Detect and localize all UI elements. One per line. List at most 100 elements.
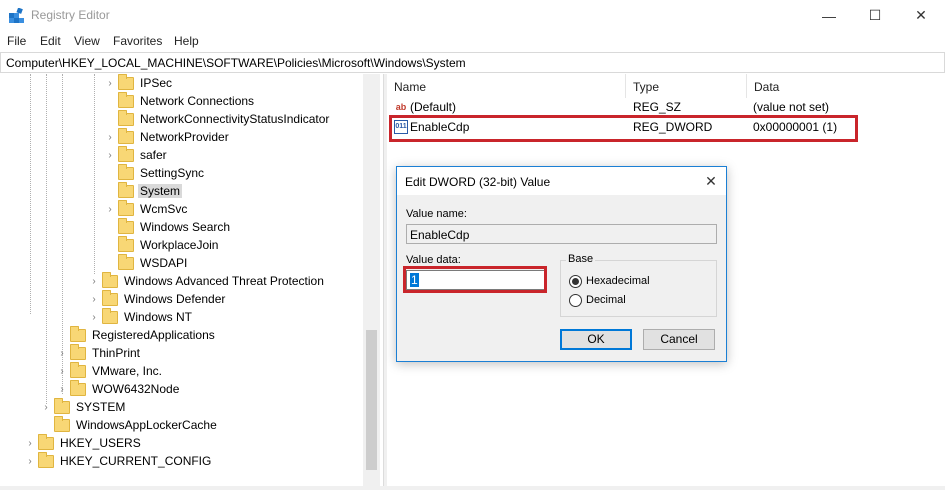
folder-icon: [54, 397, 70, 414]
folder-icon: [118, 253, 134, 270]
value-row-default[interactable]: ab (Default) REG_SZ (value not set): [388, 98, 945, 116]
tree-item-settingsync[interactable]: SettingSync: [102, 163, 206, 182]
tree-item-label: System: [138, 184, 183, 198]
dialog-title-bar: Edit DWORD (32-bit) Value ✕: [397, 167, 726, 195]
radio-checked-icon[interactable]: [569, 274, 582, 288]
folder-icon: [102, 271, 118, 288]
cancel-button[interactable]: Cancel: [643, 329, 715, 350]
radio-unchecked-icon[interactable]: [569, 293, 582, 307]
scrollbar-thumb[interactable]: [366, 330, 377, 470]
maximize-button[interactable]: ☐: [852, 0, 898, 31]
close-button[interactable]: ✕: [898, 0, 944, 31]
tree-item-system-hive[interactable]: › SYSTEM: [38, 397, 127, 416]
tree-item-networkprovider[interactable]: › NetworkProvider: [102, 127, 231, 146]
radio-label: Decimal: [586, 294, 626, 306]
tree-item-hkey-users[interactable]: › HKEY_USERS: [22, 433, 143, 452]
folder-icon: [38, 451, 54, 468]
radio-hexadecimal[interactable]: Hexadecimal: [569, 273, 650, 289]
chevron-right-icon[interactable]: ›: [54, 348, 70, 359]
folder-icon: [118, 181, 134, 198]
value-name-field: EnableCdp: [406, 224, 717, 244]
tree-item-windows-defender[interactable]: › Windows Defender: [86, 289, 227, 308]
chevron-right-icon[interactable]: ›: [22, 456, 38, 467]
value-type: REG_SZ: [633, 100, 682, 114]
tree-item-label: SYSTEM: [76, 400, 126, 414]
tree-item-windowsapplockercache[interactable]: WindowsAppLockerCache: [38, 415, 219, 434]
column-header-name[interactable]: Name: [388, 74, 626, 98]
value-data-label: Value data:: [406, 254, 461, 266]
chevron-right-icon[interactable]: ›: [102, 150, 118, 161]
tree-guide-line: [46, 74, 47, 404]
tree-item-wcmsvc[interactable]: › WcmSvc: [102, 199, 189, 218]
tree-item-label: VMware, Inc.: [92, 364, 163, 378]
tree-item-label: Windows NT: [124, 310, 193, 324]
chevron-right-icon[interactable]: ›: [86, 312, 102, 323]
chevron-right-icon[interactable]: ›: [102, 132, 118, 143]
base-label: Base: [566, 253, 596, 265]
tree-item-wsdapi[interactable]: WSDAPI: [102, 253, 189, 272]
registry-editor-icon: [9, 8, 24, 23]
status-strip: [0, 486, 945, 490]
address-bar[interactable]: Computer\HKEY_LOCAL_MACHINE\SOFTWARE\Pol…: [0, 52, 945, 73]
radio-label: Hexadecimal: [586, 275, 650, 287]
key-tree: › IPSec Network Connections NetworkConne…: [0, 74, 383, 490]
menu-view[interactable]: View: [74, 34, 100, 48]
chevron-right-icon[interactable]: ›: [38, 402, 54, 413]
value-data: (value not set): [753, 100, 830, 114]
tree-item-ncsi[interactable]: NetworkConnectivityStatusIndicator: [102, 109, 331, 128]
chevron-right-icon[interactable]: ›: [22, 438, 38, 449]
tree-item-label: Windows Advanced Threat Protection: [124, 274, 324, 288]
chevron-right-icon[interactable]: ›: [86, 294, 102, 305]
tree-item-ipsec[interactable]: › IPSec: [102, 74, 174, 92]
tree-item-windows-nt[interactable]: › Windows NT: [86, 307, 194, 326]
menu-edit[interactable]: Edit: [40, 34, 61, 48]
tree-item-label: IPSec: [140, 76, 173, 90]
menu-help[interactable]: Help: [174, 34, 199, 48]
tree-item-hkey-current-config[interactable]: › HKEY_CURRENT_CONFIG: [22, 451, 213, 470]
folder-icon: [118, 163, 134, 180]
pane-splitter[interactable]: [383, 74, 387, 490]
tree-item-wow6432node[interactable]: › WOW6432Node: [54, 379, 181, 398]
title-bar: Registry Editor — ☐ ✕: [0, 0, 945, 31]
folder-icon: [102, 289, 118, 306]
tree-scrollbar[interactable]: [363, 74, 380, 490]
tree-item-label: HKEY_USERS: [60, 436, 141, 450]
radio-decimal[interactable]: Decimal: [569, 292, 626, 308]
tree-item-label: SettingSync: [140, 166, 205, 180]
minimize-button[interactable]: —: [806, 0, 852, 31]
tree-item-system[interactable]: System: [102, 181, 183, 200]
tree-item-vmware[interactable]: › VMware, Inc.: [54, 361, 164, 380]
value-name: (Default): [410, 100, 457, 114]
tree-item-workplacejoin[interactable]: WorkplaceJoin: [102, 235, 220, 254]
column-header-data[interactable]: Data: [748, 74, 945, 98]
window-title: Registry Editor: [31, 8, 110, 22]
chevron-right-icon[interactable]: ›: [54, 366, 70, 377]
folder-icon: [70, 343, 86, 360]
tree-item-registeredapplications[interactable]: RegisteredApplications: [54, 325, 217, 344]
tree-item-windows-atp[interactable]: › Windows Advanced Threat Protection: [86, 271, 326, 290]
chevron-right-icon[interactable]: ›: [86, 276, 102, 287]
tree-item-label: Windows Defender: [124, 292, 226, 306]
ok-button[interactable]: OK: [560, 329, 632, 350]
column-header-type[interactable]: Type: [627, 74, 747, 98]
folder-icon: [54, 415, 70, 432]
folder-icon: [118, 109, 134, 126]
menu-file[interactable]: File: [7, 34, 26, 48]
chevron-right-icon[interactable]: ›: [102, 78, 118, 89]
tree-item-safer[interactable]: › safer: [102, 145, 169, 164]
menu-favorites[interactable]: Favorites: [113, 34, 162, 48]
tree-item-label: WorkplaceJoin: [140, 238, 219, 252]
tree-item-windows-search[interactable]: Windows Search: [102, 217, 232, 236]
folder-icon: [118, 91, 134, 108]
tree-item-label: HKEY_CURRENT_CONFIG: [60, 454, 212, 468]
chevron-right-icon[interactable]: ›: [102, 204, 118, 215]
value-name-text: EnableCdp: [410, 228, 470, 242]
base-group: Base Hexadecimal Decimal: [560, 253, 717, 317]
tree-item-thinprint[interactable]: › ThinPrint: [54, 343, 142, 362]
dialog-close-button[interactable]: ✕: [701, 171, 721, 191]
tree-item-label: Network Connections: [140, 94, 255, 108]
value-name-label: Value name:: [406, 208, 467, 220]
tree-item-network-connections[interactable]: Network Connections: [102, 91, 256, 110]
folder-icon: [118, 127, 134, 144]
chevron-right-icon[interactable]: ›: [54, 384, 70, 395]
